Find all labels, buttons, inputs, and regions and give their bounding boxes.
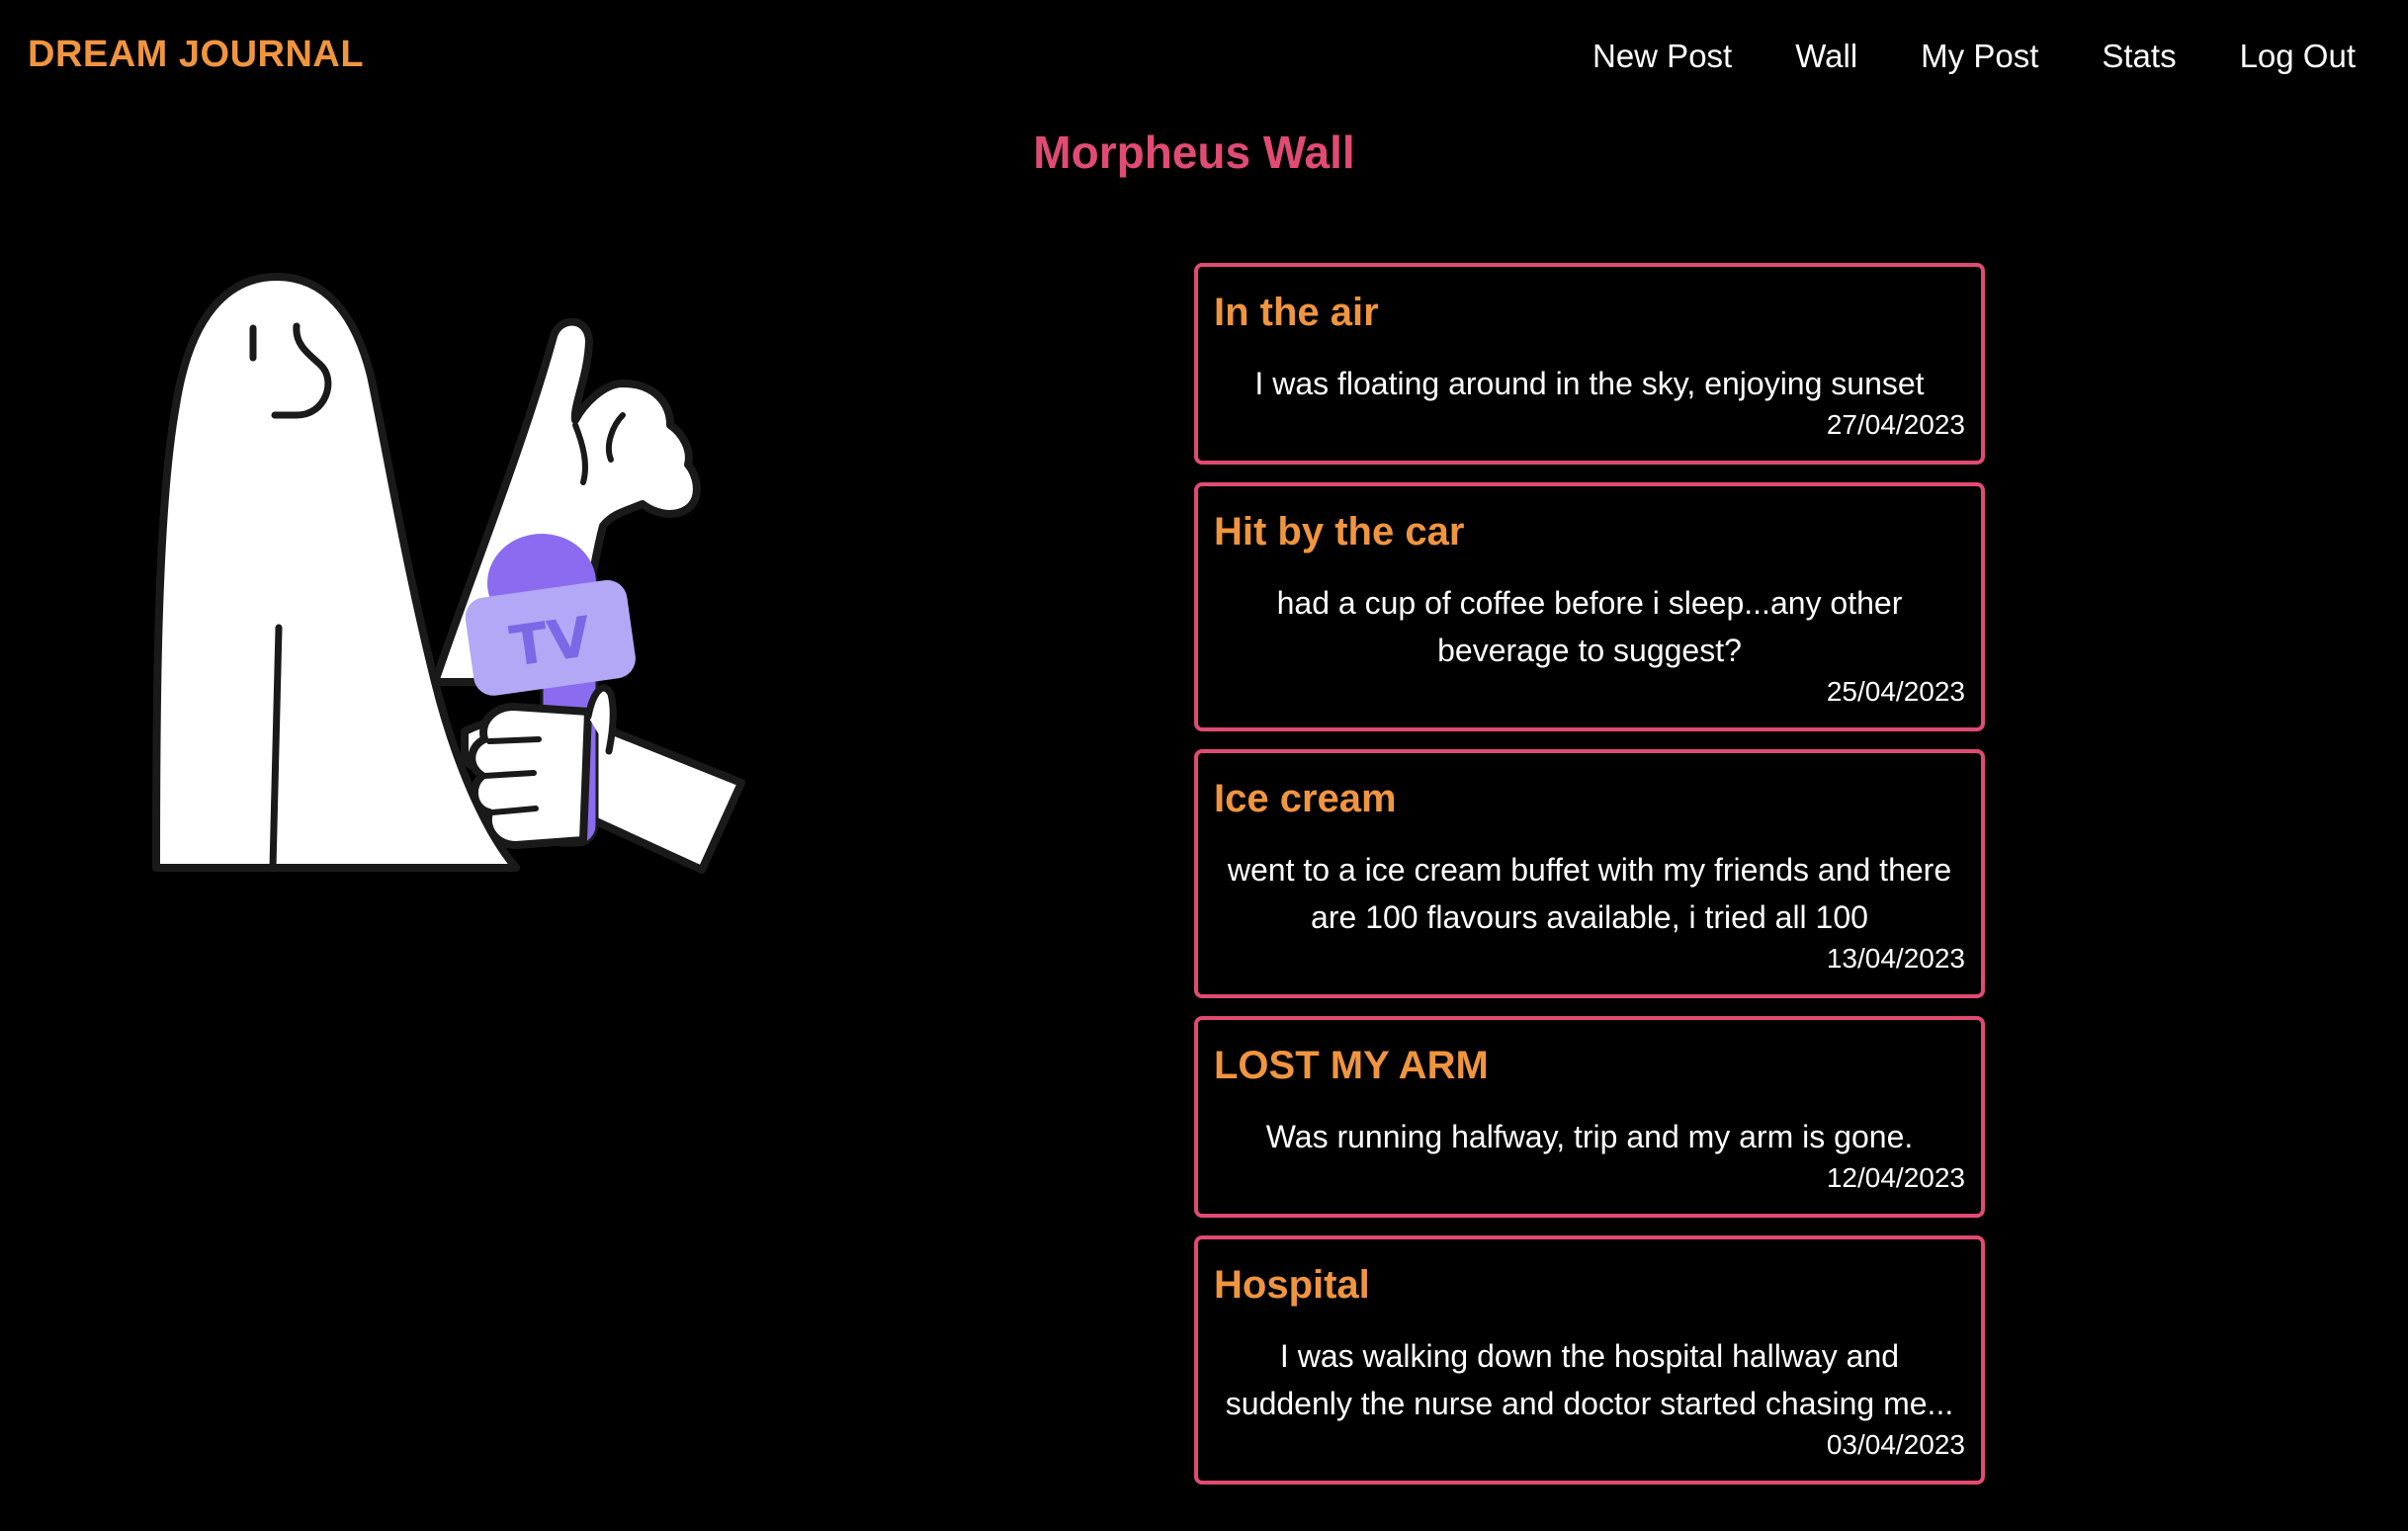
post-body: had a cup of coffee before i sleep...any…: [1276, 585, 1903, 668]
nav-links: New Post Wall My Post Stats Log Out: [1529, 38, 2356, 75]
post-title: Hit by the car: [1214, 510, 1465, 553]
nav-new-post-link[interactable]: New Post: [1592, 38, 1732, 75]
mic-flag-label: TV: [506, 605, 595, 680]
nav-stats-link[interactable]: Stats: [2102, 38, 2176, 75]
post-date: 12/04/2023: [1826, 1162, 1965, 1193]
nav-wall-link[interactable]: Wall: [1795, 38, 1857, 75]
post-title: LOST MY ARM: [1214, 1044, 1489, 1087]
post-date: 25/04/2023: [1826, 676, 1965, 707]
post-date: 03/04/2023: [1826, 1429, 1965, 1460]
post-date: 13/04/2023: [1826, 943, 1965, 974]
ghost-holding-tv-microphone-icon: TV: [152, 273, 745, 874]
ghost-reporter-illustration: TV: [148, 267, 751, 875]
posts-list: In the air I was floating around in the …: [1194, 263, 1985, 1502]
post-card[interactable]: In the air I was floating around in the …: [1194, 263, 1985, 465]
post-card[interactable]: Hospital I was walking down the hospital…: [1194, 1235, 1985, 1485]
page-title: Morpheus Wall: [1033, 127, 1355, 178]
post-body: I was walking down the hospital hallway …: [1225, 1338, 1954, 1421]
post-body: I was floating around in the sky, enjoyi…: [1254, 366, 1925, 401]
nav-my-post-link[interactable]: My Post: [1921, 38, 2038, 75]
post-body: Was running halfway, trip and my arm is …: [1265, 1119, 1914, 1154]
post-title: Hospital: [1214, 1263, 1370, 1307]
post-card[interactable]: Hit by the car had a cup of coffee befor…: [1194, 482, 1985, 731]
nav-log-out-link[interactable]: Log Out: [2240, 38, 2356, 75]
post-date: 27/04/2023: [1826, 409, 1965, 440]
post-title: Ice cream: [1214, 777, 1397, 820]
post-card[interactable]: LOST MY ARM Was running halfway, trip an…: [1194, 1016, 1985, 1218]
post-card[interactable]: Ice cream went to a ice cream buffet wit…: [1194, 749, 1985, 998]
brand-logo-link[interactable]: DREAM JOURNAL: [28, 34, 364, 76]
top-navbar: DREAM JOURNAL New Post Wall My Post Stat…: [0, 0, 2408, 117]
post-body: went to a ice cream buffet with my frien…: [1227, 852, 1952, 935]
post-title: In the air: [1214, 291, 1379, 334]
